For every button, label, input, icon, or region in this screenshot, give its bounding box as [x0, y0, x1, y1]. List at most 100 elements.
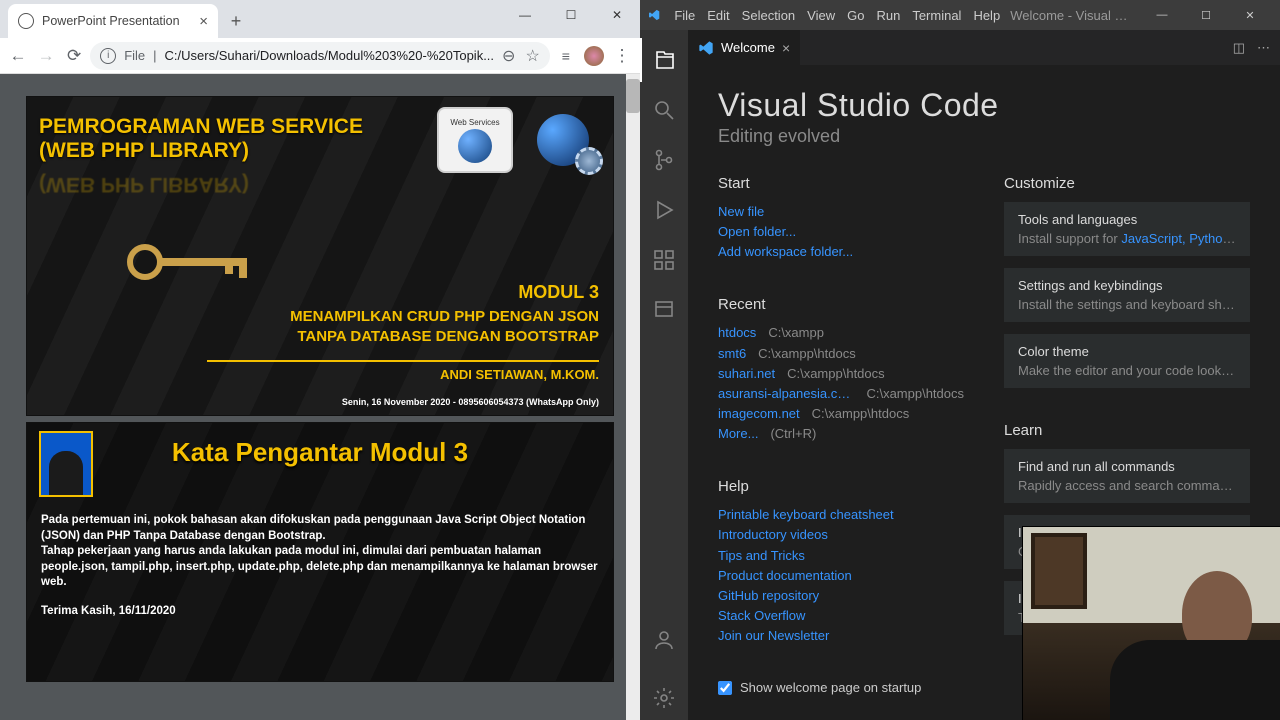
help-link[interactable]: Introductory videos: [718, 525, 964, 545]
extensions-icon[interactable]: [640, 238, 688, 282]
card-desc: Make the editor and your code look the w…: [1018, 363, 1236, 378]
recent-more-hint: (Ctrl+R): [770, 424, 816, 444]
slide2-thanks: Terima Kasih, 16/11/2020: [41, 605, 176, 617]
tab-title: PowerPoint Presentation: [42, 14, 191, 28]
url-text: C:/Users/Suhari/Downloads/Modul%203%20-%…: [165, 48, 495, 63]
remote-icon[interactable]: [640, 288, 688, 332]
close-button[interactable]: ✕: [594, 0, 640, 30]
more-actions-icon[interactable]: ⋯: [1257, 40, 1270, 56]
customize-card[interactable]: Color themeMake the editor and your code…: [1004, 334, 1250, 388]
activity-bar: [640, 30, 688, 720]
help-link[interactable]: Join our Newsletter: [718, 626, 964, 646]
slide2-title: Kata Pengantar Modul 3: [27, 437, 613, 468]
pdf-viewer[interactable]: PEMROGRAMAN WEB SERVICE (WEB PHP LIBRARY…: [0, 74, 640, 720]
learn-card[interactable]: Find and run all commandsRapidly access …: [1004, 449, 1250, 503]
recent-path: C:\xampp\htdocs: [787, 364, 885, 384]
browser-tab[interactable]: PowerPoint Presentation ×: [8, 4, 218, 38]
maximize-button[interactable]: ☐: [548, 0, 594, 30]
menu-terminal[interactable]: Terminal: [906, 8, 967, 23]
scrollbar[interactable]: [626, 74, 640, 720]
close-button[interactable]: ✕: [1228, 0, 1272, 30]
settings-gear-icon[interactable]: [640, 676, 688, 720]
menu-help[interactable]: Help: [967, 8, 1006, 23]
help-link[interactable]: Tips and Tricks: [718, 546, 964, 566]
window-title: Welcome - Visual Studio Co...: [1010, 8, 1128, 23]
card-title: Settings and keybindings: [1018, 278, 1236, 293]
slide1-heading-l2: (WEB PHP LIBRARY): [39, 139, 363, 163]
search-icon[interactable]: [640, 88, 688, 132]
show-welcome-label: Show welcome page on startup: [740, 680, 921, 695]
slide1-subtitle-l2: TANPA DATABASE DENGAN BOOTSTRAP: [290, 327, 599, 347]
reading-list-icon[interactable]: ≡: [554, 42, 578, 70]
help-link[interactable]: Product documentation: [718, 566, 964, 586]
recent-item[interactable]: htdocsC:\xampp: [718, 323, 964, 343]
close-icon[interactable]: ×: [782, 40, 790, 56]
recent-item[interactable]: smt6 C:\xampp\htdocs: [718, 344, 964, 364]
recent-path: C:\xampp\htdocs: [866, 384, 964, 404]
recent-more-link[interactable]: More...: [718, 424, 758, 444]
vscode-logo-icon: [648, 6, 660, 24]
recent-name[interactable]: smt6: [718, 344, 746, 364]
reload-button[interactable]: ⟳: [62, 42, 86, 70]
accounts-icon[interactable]: [640, 618, 688, 662]
help-link[interactable]: GitHub repository: [718, 586, 964, 606]
back-button[interactable]: ←: [6, 42, 30, 70]
recent-name[interactable]: imagecom.net: [718, 404, 800, 424]
menu-view[interactable]: View: [801, 8, 841, 23]
tab-label: Welcome: [721, 40, 775, 55]
customize-card[interactable]: Settings and keybindingsInstall the sett…: [1004, 268, 1250, 322]
help-link[interactable]: Printable keyboard cheatsheet: [718, 505, 964, 525]
recent-item[interactable]: suhari.net C:\xampp\htdocs: [718, 364, 964, 384]
globe-icon: [458, 129, 492, 163]
recent-name[interactable]: asuransi-alpanesia.com: [718, 384, 854, 404]
kebab-menu-icon[interactable]: ⋮: [610, 42, 634, 70]
recent-path: C:\xampp\htdocs: [758, 344, 856, 364]
recent-item[interactable]: asuransi-alpanesia.com C:\xampp\htdocs: [718, 384, 964, 404]
recent-item[interactable]: imagecom.net C:\xampp\htdocs: [718, 404, 964, 424]
recent-path: C:\xampp\htdocs: [812, 404, 910, 424]
start-link[interactable]: Add workspace folder...: [718, 242, 964, 262]
web-services-badge: Web Services: [437, 107, 513, 173]
recent-name[interactable]: suhari.net: [718, 364, 775, 384]
address-bar[interactable]: i File | C:/Users/Suhari/Downloads/Modul…: [90, 42, 550, 70]
show-welcome-checkbox[interactable]: [718, 681, 732, 695]
zoom-icon[interactable]: ⊖: [502, 46, 515, 66]
menu-selection[interactable]: Selection: [736, 8, 801, 23]
minimize-button[interactable]: ―: [1140, 0, 1184, 30]
learn-heading: Learn: [1004, 422, 1250, 439]
menu-file[interactable]: File: [668, 8, 701, 23]
new-tab-button[interactable]: +: [222, 7, 250, 35]
webcam-overlay: [1022, 526, 1280, 720]
menu-go[interactable]: Go: [841, 8, 870, 23]
menu-run[interactable]: Run: [870, 8, 906, 23]
profile-avatar[interactable]: [582, 42, 606, 70]
close-icon[interactable]: ×: [199, 13, 208, 30]
card-desc: Install support for JavaScript, Python, …: [1018, 231, 1236, 246]
bookmark-icon[interactable]: ☆: [525, 46, 539, 66]
explorer-icon[interactable]: [640, 38, 688, 82]
source-control-icon[interactable]: [640, 138, 688, 182]
gear-icon: [575, 147, 603, 175]
start-link[interactable]: Open folder...: [718, 222, 964, 242]
site-info-icon[interactable]: i: [100, 48, 116, 64]
editor-tabs: Welcome × ◫ ⋯: [688, 30, 1280, 65]
heading-reflection: (WEB PHP LIBRARY): [39, 172, 249, 196]
slide1-subtitle-l1: MENAMPILKAN CRUD PHP DENGAN JSON: [290, 307, 599, 327]
forward-button[interactable]: →: [34, 42, 58, 70]
customize-card[interactable]: Tools and languagesInstall support for J…: [1004, 202, 1250, 256]
recent-name[interactable]: htdocs: [718, 323, 756, 343]
card-desc: Rapidly access and search commands from …: [1018, 478, 1236, 493]
tab-welcome[interactable]: Welcome ×: [688, 30, 800, 65]
minimize-button[interactable]: ―: [502, 0, 548, 30]
run-debug-icon[interactable]: [640, 188, 688, 232]
scrollbar-thumb[interactable]: [626, 79, 640, 113]
maximize-button[interactable]: ☐: [1184, 0, 1228, 30]
start-link[interactable]: New file: [718, 202, 964, 222]
slide2-para1: Pada pertemuan ini, pokok bahasan akan d…: [41, 513, 599, 544]
split-editor-icon[interactable]: ◫: [1233, 40, 1245, 56]
menu-edit[interactable]: Edit: [701, 8, 735, 23]
key-icon: [127, 242, 247, 282]
help-link[interactable]: Stack Overflow: [718, 606, 964, 626]
chrome-toolbar: ← → ⟳ i File | C:/Users/Suhari/Downloads…: [0, 38, 640, 74]
chrome-window-controls: ― ☐ ✕: [502, 0, 640, 30]
